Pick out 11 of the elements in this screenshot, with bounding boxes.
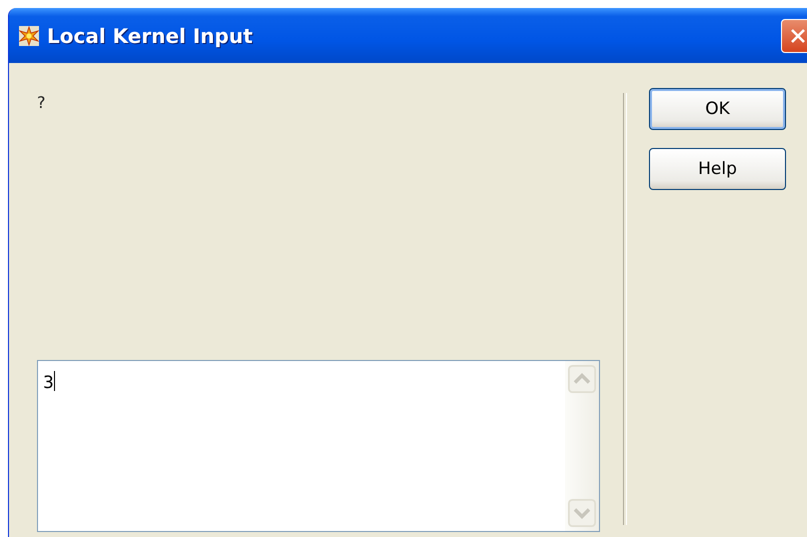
dialog-button[interactable]: OK [649, 88, 786, 130]
prompt-text: ? [37, 92, 46, 114]
scroll-up-icon[interactable] [568, 365, 596, 393]
dialog-button[interactable]: Help [649, 148, 786, 190]
close-icon [789, 26, 807, 44]
close-button[interactable] [781, 18, 807, 52]
input-value: 3 [43, 373, 54, 393]
app-icon [19, 26, 39, 46]
input-field[interactable]: 3 [37, 360, 600, 532]
window-title: Local Kernel Input [47, 24, 254, 48]
scroll-down-icon[interactable] [568, 499, 596, 527]
